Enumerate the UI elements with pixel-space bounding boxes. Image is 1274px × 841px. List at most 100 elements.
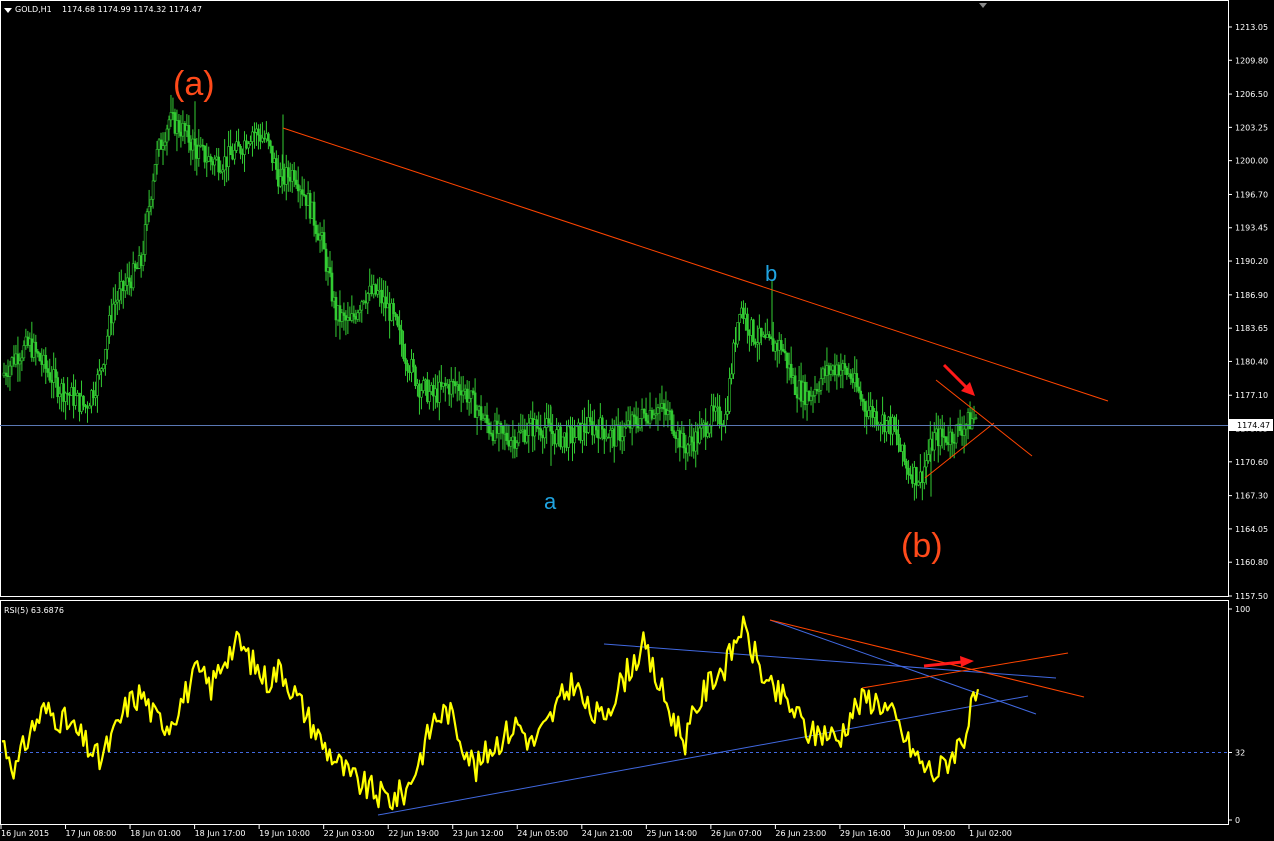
- candle-body: [670, 410, 674, 431]
- candle-body: [44, 354, 48, 369]
- candle-body: [123, 284, 127, 292]
- candle-body: [46, 368, 50, 373]
- candle-body: [905, 461, 908, 469]
- candle-body: [736, 322, 739, 345]
- time-tick-label: 24 Jun 05:00: [517, 829, 568, 838]
- candle-body: [406, 363, 409, 372]
- time-tick-label: 24 Jun 21:00: [582, 829, 633, 838]
- candle-body: [652, 414, 656, 419]
- candle-body: [970, 418, 974, 430]
- price-tick-label: 1190.20: [1235, 257, 1268, 266]
- candle-body: [412, 359, 415, 368]
- candle-body: [314, 225, 318, 234]
- candle-body: [682, 433, 686, 449]
- candle-body: [106, 335, 109, 350]
- candle-body: [203, 145, 207, 163]
- candle-body: [114, 301, 117, 305]
- candle-body: [257, 128, 260, 136]
- candle-body: [88, 405, 91, 409]
- candle-body: [167, 119, 171, 130]
- time-tick-label: 26 Jun 07:00: [711, 829, 762, 838]
- price-tick-label: 1206.50: [1235, 90, 1268, 99]
- scroll-marker-icon[interactable]: [979, 3, 987, 8]
- rsi-trendline: [377, 695, 1029, 816]
- candle-body: [229, 146, 232, 155]
- candle-body: [145, 211, 149, 225]
- candle-body: [461, 390, 465, 396]
- candle-body: [730, 373, 733, 379]
- price-tick-label: 1167.30: [1235, 492, 1268, 501]
- time-tick-label: 30 Jun 09:00: [904, 829, 955, 838]
- candle-body: [94, 395, 97, 399]
- candle-body: [718, 406, 721, 425]
- candle-body: [247, 143, 250, 149]
- candle-body: [485, 414, 489, 424]
- candle-body: [428, 391, 431, 402]
- candle-body: [525, 435, 529, 443]
- candle-body: [420, 390, 423, 398]
- candle-body: [4, 372, 8, 376]
- candle-body: [907, 467, 910, 475]
- time-tick-label: 17 Jun 08:00: [66, 829, 117, 838]
- candle-body: [18, 360, 22, 365]
- candle-body: [543, 427, 546, 439]
- candle-body: [932, 432, 936, 451]
- candle-body: [239, 146, 242, 154]
- candle-body: [147, 206, 151, 213]
- rsi-plot: [1, 615, 980, 811]
- candle-body: [724, 413, 727, 426]
- price-axis: 1213.05 1209.80 1206.50 1203.25 1200.00 1196.…: [1228, 23, 1268, 601]
- time-tick-label: 16 Jun 2015: [1, 829, 49, 838]
- candle-body: [74, 395, 77, 406]
- candle-body: [849, 373, 853, 379]
- rsi-tick-label: 0: [1235, 816, 1240, 825]
- rsi-trendline: [603, 643, 1057, 679]
- candle-body: [950, 431, 954, 443]
- candle-body: [117, 288, 121, 301]
- candle-body: [38, 352, 42, 362]
- candle-body: [479, 406, 483, 421]
- candle-body: [100, 368, 103, 372]
- candle-body: [449, 381, 453, 395]
- candle-body: [34, 341, 38, 352]
- price-tick-label: 1209.80: [1235, 56, 1268, 65]
- candle-body: [352, 313, 356, 317]
- candle-body: [48, 372, 52, 381]
- candle-body: [527, 422, 531, 436]
- candle-body: [402, 343, 405, 359]
- candle-body: [98, 370, 101, 376]
- candle-body: [133, 263, 137, 269]
- candle-body: [356, 312, 360, 320]
- candle-body: [414, 366, 417, 387]
- candle-body: [58, 393, 61, 398]
- candle-body: [620, 436, 624, 442]
- wave-label-small-a: a: [544, 489, 557, 514]
- candle-body: [366, 293, 370, 304]
- candle-body: [859, 390, 863, 400]
- caret-down-icon[interactable]: [4, 8, 12, 13]
- candle-body: [614, 424, 618, 447]
- candle-body: [644, 412, 648, 422]
- candle-body: [555, 429, 558, 445]
- candle-body: [535, 419, 539, 429]
- candle-body: [686, 444, 690, 454]
- candle-body: [819, 378, 823, 391]
- candle-body: [857, 386, 861, 392]
- ohlc-label: 1174.68 1174.99 1174.32 1174.47: [62, 5, 202, 14]
- candle-body: [517, 431, 521, 444]
- candle-body: [927, 454, 930, 462]
- candle-body: [269, 140, 272, 147]
- candle-body: [954, 424, 958, 444]
- price-tick-label: 1186.90: [1235, 291, 1268, 300]
- symbol-label: GOLD,H1: [15, 5, 52, 14]
- candle-body: [141, 254, 145, 266]
- candle-body: [746, 313, 749, 331]
- candle-body: [275, 158, 278, 170]
- candle-body: [422, 380, 425, 392]
- candle-body: [567, 426, 570, 448]
- candle-body: [539, 428, 542, 436]
- candle-body: [342, 312, 346, 316]
- rsi-axis: 100 32 0: [0, 605, 1250, 825]
- candle-body: [903, 444, 906, 462]
- price-tick-label: 1213.05: [1235, 23, 1268, 32]
